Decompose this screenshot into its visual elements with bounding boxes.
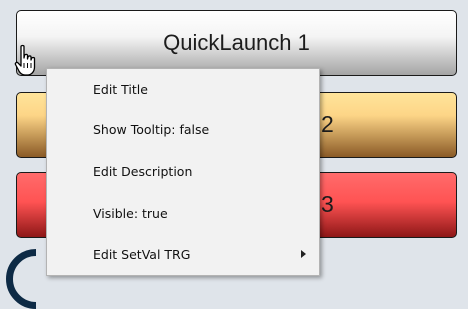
menu-item-label: Edit SetVal TRG (93, 246, 191, 262)
menu-item-label: Show Tooltip: false (93, 121, 210, 137)
menu-item-show-tooltip[interactable]: Show Tooltip: false (47, 109, 319, 149)
quicklaunch-1-label: QuickLaunch 1 (163, 30, 310, 55)
menu-item-edit-description[interactable]: Edit Description (47, 151, 319, 191)
menu-item-edit-setval-trg[interactable]: Edit SetVal TRG (47, 234, 319, 274)
menu-item-label: Visible: true (93, 205, 168, 221)
chevron-right-icon (301, 250, 306, 258)
menu-item-edit-title[interactable]: Edit Title (47, 69, 319, 109)
quicklaunch-2-label: 2 (321, 111, 334, 137)
context-menu: Edit Title Show Tooltip: false Edit Desc… (46, 68, 320, 276)
hand-pointer-icon (14, 44, 36, 76)
menu-item-label: Edit Description (93, 163, 193, 179)
quicklaunch-1-button[interactable]: QuickLaunch 1 (16, 10, 457, 76)
menu-item-label: Edit Title (93, 81, 148, 97)
menu-item-visible[interactable]: Visible: true (47, 193, 319, 233)
quicklaunch-3-label: 3 (321, 191, 334, 217)
